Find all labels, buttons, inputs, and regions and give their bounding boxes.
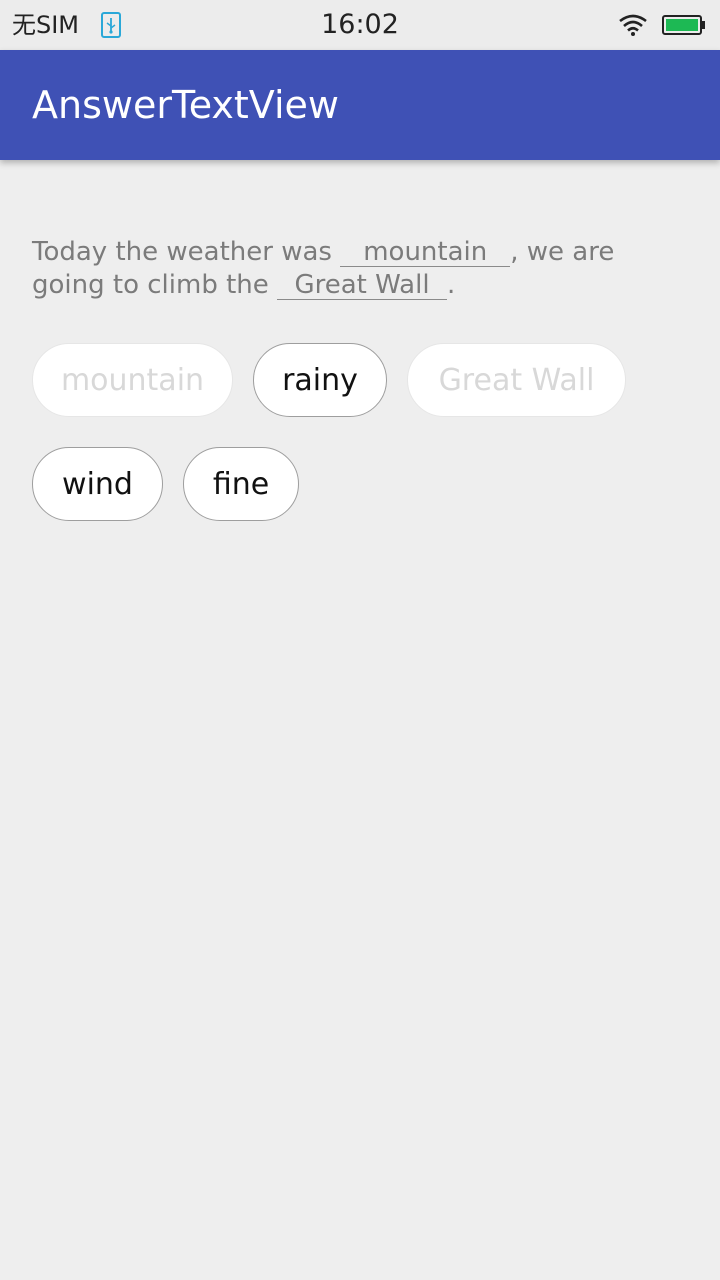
clock: 16:02 <box>321 9 399 40</box>
app-title: AnswerTextView <box>32 83 339 127</box>
option-chip-wind[interactable]: wind <box>32 447 163 521</box>
option-chip-rainy[interactable]: rainy <box>253 343 387 417</box>
answer-sentence: Today the weather was mountain, we are g… <box>32 236 692 302</box>
status-bar: 无SIM 16:02 <box>0 0 720 50</box>
option-chip-fine[interactable]: fine <box>183 447 299 521</box>
app-bar: AnswerTextView <box>0 50 720 160</box>
wifi-icon <box>618 13 648 37</box>
sentence-text-1: Today the weather was <box>32 237 341 267</box>
sentence-text-3: . <box>447 270 456 300</box>
option-chip-mountain[interactable]: mountain <box>32 343 233 417</box>
option-chip-great-wall[interactable]: Great Wall <box>407 343 626 417</box>
battery-icon <box>662 14 706 36</box>
answer-blank-1[interactable]: mountain <box>340 238 511 267</box>
answer-blank-2[interactable]: Great Wall <box>277 271 448 300</box>
